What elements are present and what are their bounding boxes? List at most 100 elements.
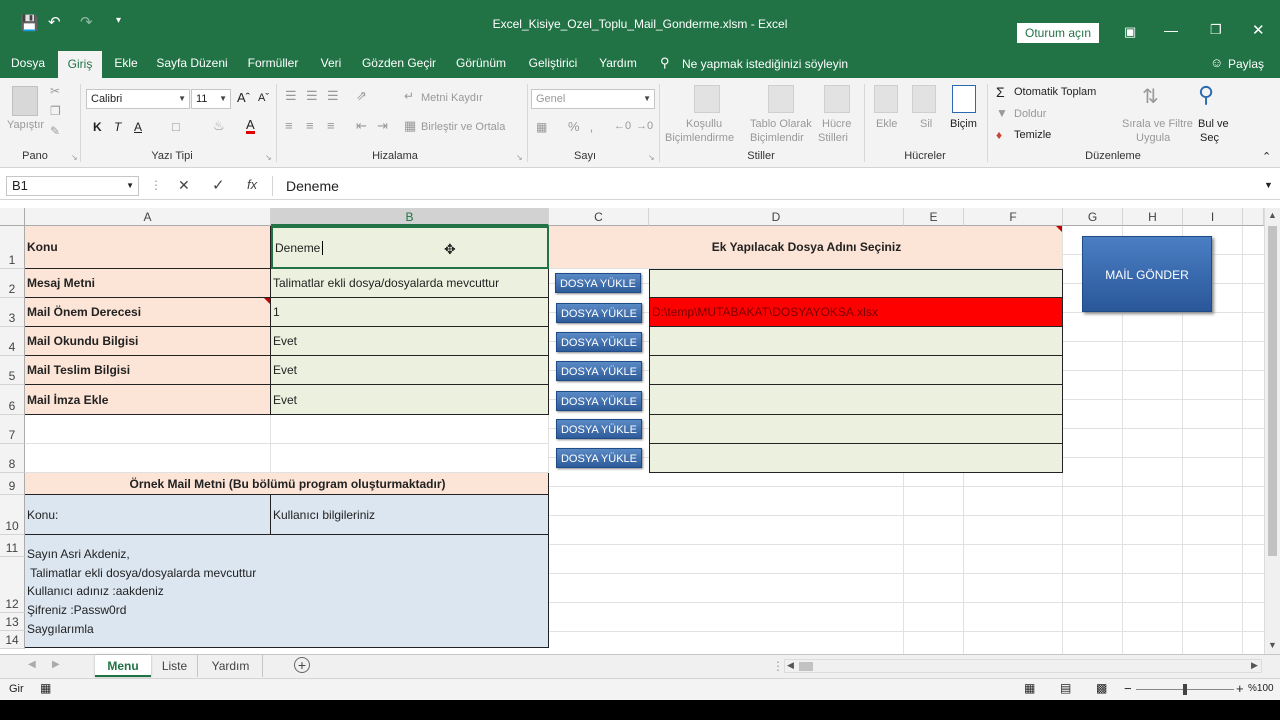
cell-b6[interactable]: Evet (271, 385, 549, 415)
row-header-11[interactable]: 11 (0, 535, 25, 557)
send-mail-button[interactable]: MAİL GÖNDER (1082, 236, 1212, 312)
column-header-e[interactable]: E (904, 208, 964, 226)
fill-button[interactable]: Doldur (1014, 108, 1046, 120)
tab-sayfa-duzeni[interactable]: Sayfa Düzeni (152, 48, 232, 78)
upload-button-6[interactable]: DOSYA YÜKLE (556, 419, 642, 439)
save-icon[interactable]: 💾 (20, 14, 39, 32)
orientation-icon[interactable]: ⇗ (356, 88, 367, 104)
cell-a1[interactable]: Konu (25, 226, 271, 269)
redo-icon[interactable]: ↷ (80, 13, 93, 31)
copy-icon[interactable]: ❐ (50, 104, 61, 118)
find-select-line1[interactable]: Bul ve (1198, 118, 1229, 130)
increase-indent-icon[interactable]: ⇥ (377, 118, 388, 134)
name-box-dropdown-icon[interactable]: ▼ (126, 177, 134, 195)
tab-yardim[interactable]: Yardım (594, 48, 642, 78)
column-header-h[interactable]: H (1123, 208, 1183, 226)
formula-input[interactable]: Deneme (272, 176, 1262, 196)
sheet-tab-liste[interactable]: Liste (152, 655, 198, 677)
scroll-down-icon[interactable]: ▼ (1268, 640, 1277, 650)
horizontal-scroll-thumb[interactable] (799, 662, 813, 671)
comment-indicator-f1[interactable] (1056, 226, 1062, 232)
alignment-launcher-icon[interactable]: ↘ (516, 153, 523, 162)
decrease-indent-icon[interactable]: ⇤ (356, 118, 367, 134)
cell-b2[interactable]: Talimatlar ekli dosya/dosyalarda mevcutt… (271, 269, 549, 298)
upload-button-7[interactable]: DOSYA YÜKLE (556, 448, 642, 468)
row-header-14[interactable]: 14 (0, 631, 25, 649)
cell-a2[interactable]: Mesaj Metni (25, 269, 271, 298)
italic-button[interactable]: T (114, 120, 121, 134)
paste-button[interactable]: Yapıştır (7, 119, 44, 131)
vertical-scrollbar[interactable]: ▲ ▼ (1264, 208, 1280, 654)
column-header-b[interactable]: B (271, 208, 549, 226)
attach-cell-3[interactable]: D:\temp\MUTABAKAT\DOSYAYOKSA.xlsx (649, 298, 1063, 327)
clipboard-launcher-icon[interactable]: ↘ (71, 153, 78, 162)
align-middle-icon[interactable]: ☰ (306, 88, 318, 104)
row-header-13[interactable]: 13 (0, 613, 25, 631)
ribbon-display-icon[interactable]: ▣ (1124, 24, 1136, 40)
cancel-entry-icon[interactable]: ✕ (178, 177, 190, 194)
expand-formula-icon[interactable]: ▼ (1264, 180, 1273, 190)
font-color-icon[interactable]: A (246, 118, 255, 134)
column-header-g[interactable]: G (1063, 208, 1123, 226)
underline-button[interactable]: A (134, 120, 142, 134)
row-header-10[interactable]: 10 (0, 495, 25, 535)
cell-a8[interactable] (25, 444, 271, 473)
share-button[interactable]: Paylaş (1228, 57, 1264, 71)
upload-button-1[interactable]: DOSYA YÜKLE (555, 273, 641, 293)
shrink-font-icon[interactable]: Aˇ (258, 92, 269, 104)
row-header-6[interactable]: 6 (0, 385, 25, 415)
scroll-right-icon[interactable]: ▶ (1251, 660, 1258, 671)
align-center-icon[interactable]: ≡ (306, 118, 314, 133)
attach-cell-6[interactable] (649, 385, 1063, 415)
tab-giris[interactable]: Giriş (58, 51, 102, 78)
insert-function-icon[interactable]: fx (247, 177, 257, 192)
cell-a7[interactable] (25, 415, 271, 444)
row-header-5[interactable]: 5 (0, 356, 25, 385)
attach-cell-5[interactable] (649, 356, 1063, 385)
tab-ekle[interactable]: Ekle (108, 48, 144, 78)
tab-veri[interactable]: Veri (314, 48, 348, 78)
confirm-entry-icon[interactable]: ✓ (212, 176, 225, 194)
column-header-c[interactable]: C (549, 208, 649, 226)
zoom-level[interactable]: %100 (1248, 683, 1274, 694)
zoom-out-icon[interactable]: − (1124, 681, 1132, 696)
row-header-3[interactable]: 3 (0, 298, 25, 327)
comment-indicator-a2[interactable] (264, 298, 270, 304)
attach-cell-4[interactable] (649, 327, 1063, 356)
close-icon[interactable]: ✕ (1252, 21, 1265, 39)
wrap-text-icon[interactable]: ↵ (404, 89, 414, 103)
format-as-table-line1[interactable]: Tablo Olarak (750, 118, 812, 130)
fill-color-icon[interactable]: ♨ (213, 118, 225, 134)
scroll-up-icon[interactable]: ▲ (1268, 210, 1277, 220)
name-box[interactable]: B1 ▼ (6, 176, 139, 196)
paste-icon[interactable] (12, 86, 38, 116)
insert-cells-button[interactable]: Ekle (876, 118, 897, 130)
sheet-tab-menu[interactable]: Menu (95, 655, 151, 677)
cell-a5[interactable]: Mail Teslim Bilgisi (25, 356, 271, 385)
scroll-left-icon[interactable]: ◀ (787, 660, 794, 671)
tab-gorunum[interactable]: Görünüm (450, 48, 512, 78)
conditional-formatting-line1[interactable]: Koşullu (686, 118, 722, 130)
horizontal-scrollbar[interactable]: ◀ ▶ (784, 659, 1262, 673)
format-cells-button[interactable]: Biçim (950, 118, 977, 130)
macro-record-icon[interactable]: ▦ (40, 681, 51, 695)
new-sheet-icon[interactable]: + (294, 657, 310, 673)
merge-center-button[interactable]: Birleştir ve Ortala (421, 121, 505, 133)
cell-b7[interactable] (271, 415, 549, 444)
cut-icon[interactable]: ✂ (50, 84, 60, 98)
row-header-1[interactable]: 1 (0, 226, 25, 269)
page-break-view-icon[interactable]: ▩ (1096, 681, 1107, 695)
tell-me-box[interactable]: Ne yapmak istediğinizi söyleyin (682, 57, 848, 71)
row-header-8[interactable]: 8 (0, 444, 25, 473)
percent-icon[interactable]: % (568, 119, 580, 134)
attach-cell-7[interactable] (649, 415, 1063, 444)
align-bottom-icon[interactable]: ☰ (327, 88, 339, 104)
row-header-4[interactable]: 4 (0, 327, 25, 356)
sort-filter-line1[interactable]: Sırala ve Filtre (1122, 118, 1193, 130)
autosum-icon[interactable]: Σ (996, 84, 1005, 100)
font-size-combo[interactable]: 11 ▼ (191, 89, 231, 109)
clear-button[interactable]: Temizle (1014, 129, 1051, 141)
comma-style-icon[interactable]: ‚ (590, 119, 593, 134)
currency-icon[interactable]: ▦ (536, 120, 547, 134)
find-select-line2[interactable]: Seç (1200, 132, 1219, 144)
